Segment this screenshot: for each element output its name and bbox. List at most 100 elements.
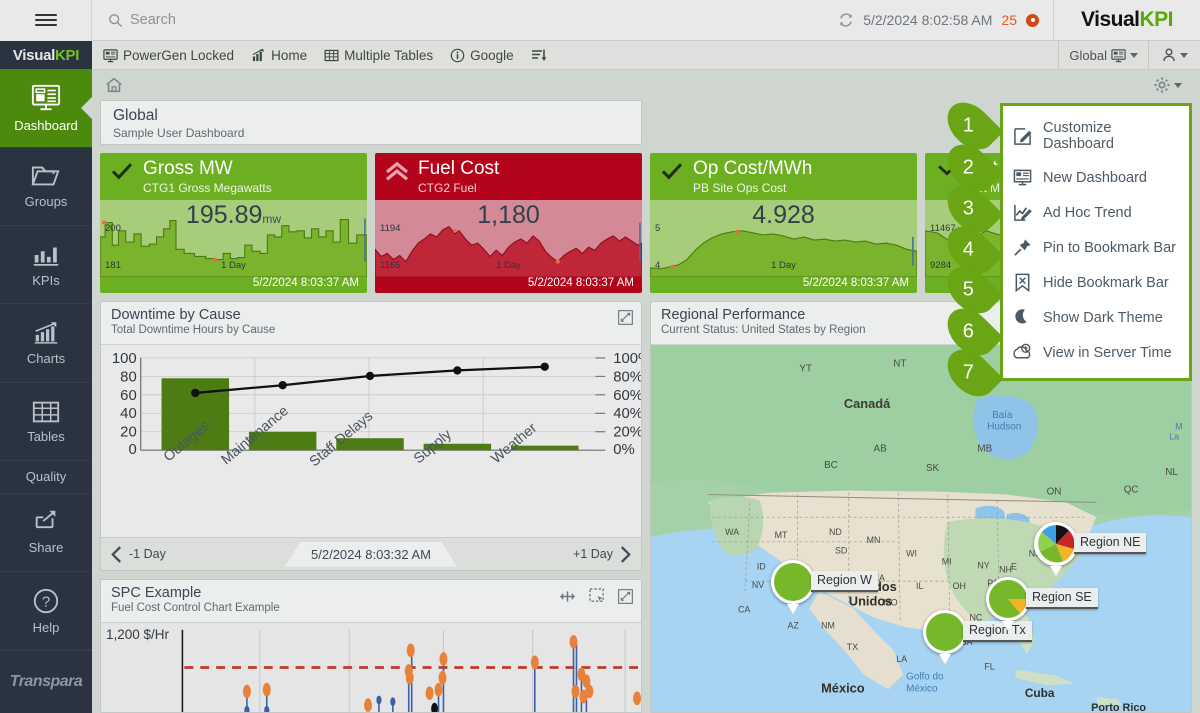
svg-text:ON: ON (1047, 487, 1062, 498)
cat-label: Maintenance (218, 403, 291, 468)
kpi-value: 195.89 (186, 201, 262, 229)
kpi-axis-min: 4 (655, 260, 660, 271)
svg-text:ND: ND (829, 527, 842, 537)
panel-downtime-by-cause: Downtime by Cause Total Downtime Hours b… (100, 301, 642, 571)
bookmark-google[interactable]: Google (450, 48, 514, 63)
hamburger-menu-icon[interactable] (0, 0, 92, 41)
map-marker-region-w[interactable]: Region W (771, 560, 815, 604)
pan-horizontal-icon[interactable] (559, 589, 576, 604)
cat-label: Staff Delays (307, 408, 376, 470)
user-menu[interactable] (1148, 41, 1200, 70)
svg-text:NH: NH (999, 564, 1012, 574)
kpi-card-gross-mw[interactable]: Gross MW CTG1 Gross Megawatts 1 (100, 153, 367, 293)
callout-number: 2 (963, 157, 978, 180)
user-icon (1161, 47, 1177, 63)
brand-text-2: KPI (1139, 8, 1173, 32)
menu-item-hide-bookmark-bar[interactable]: Hide Bookmark Bar (1003, 265, 1189, 300)
svg-text:México: México (821, 680, 865, 695)
dashboard-settings-gear[interactable] (1153, 76, 1192, 94)
menu-item-new-dashboard[interactable]: New Dashboard (1003, 160, 1189, 195)
kpi-row-left: Gross MW CTG1 Gross Megawatts 1 (100, 153, 642, 293)
menu-item-view-in-server-time[interactable]: View in Server Time (1003, 335, 1189, 370)
sidebar-item-label: Charts (27, 351, 65, 366)
kpi-value: 4.928 (752, 201, 815, 229)
svg-text:ID: ID (757, 561, 766, 571)
kpi-axis-min: 1165 (380, 260, 400, 271)
time-navigation: -1 Day 5/2/2024 8:03:32 AM +1 Day (101, 537, 641, 570)
menu-item-pin-to-bookmark-bar[interactable]: Pin to Bookmark Bar (1003, 230, 1189, 265)
select-region-icon[interactable] (589, 588, 605, 604)
menu-item-label: View in Server Time (1043, 345, 1172, 361)
sidebar-item-kpis[interactable]: KPIs (0, 226, 92, 304)
callout-number: 7 (963, 362, 978, 385)
sidebar-item-tables[interactable]: Tables (0, 383, 92, 461)
sidebar-logo: VisualKPI (0, 41, 92, 69)
map-marker-region-se[interactable]: Region SE (986, 577, 1030, 621)
svg-text:MT: MT (775, 530, 788, 540)
panel-title: Downtime by Cause (111, 307, 631, 323)
svg-text:M: M (1175, 422, 1182, 432)
downtime-chart[interactable]: 1008060 40200 100%80%60% 40%20%0% (101, 345, 641, 538)
page-subtitle: Sample User Dashboard (113, 126, 629, 140)
svg-text:NL: NL (1165, 467, 1178, 478)
global-dashboard-selector[interactable]: Global (1058, 41, 1148, 70)
share-icon (32, 509, 60, 535)
visualkpi-logo: VisualKPI (1053, 0, 1200, 41)
svg-text:Porto Rico: Porto Rico (1091, 702, 1146, 712)
expand-icon[interactable] (618, 310, 633, 325)
refresh-status: 5/2/2024 8:02:58 AM 25 (838, 12, 1053, 28)
eye-icon[interactable] (1026, 14, 1039, 27)
sidebar-item-share[interactable]: Share (0, 494, 92, 572)
sidebar-item-dashboard[interactable]: Dashboard (0, 69, 92, 147)
kpi-card-op-cost-mwh[interactable]: Op Cost/MWh PB Site Ops Cost 4. (650, 153, 917, 293)
prev-day-button[interactable]: -1 Day (110, 546, 166, 563)
marker-label: Region W (811, 571, 878, 592)
page-title: Global (113, 107, 629, 125)
panel-actions (618, 310, 633, 325)
moon-icon (1013, 308, 1032, 327)
sidebar-brand-2: KPI (55, 47, 79, 64)
panel-header: Downtime by Cause Total Downtime Hours b… (101, 302, 641, 345)
callout-number: 5 (963, 279, 978, 302)
folder-icon (31, 163, 61, 189)
spc-chart[interactable]: 1,200 $/Hr (101, 623, 641, 712)
marker-pointer (787, 604, 799, 614)
next-day-button[interactable]: +1 Day (573, 546, 632, 563)
app-root: Search 5/2/2024 8:02:58 AM 25 VisualKPI (0, 0, 1200, 713)
cat-label: Outages (161, 418, 213, 465)
kpi-value-wrap: 4.928 (650, 201, 917, 230)
menu-item-label: New Dashboard (1043, 170, 1147, 186)
menu-item-label: Show Dark Theme (1043, 310, 1163, 326)
sidebar-item-quality[interactable]: Quality (0, 461, 92, 493)
search-input[interactable]: Search (92, 12, 838, 28)
bookmark-home[interactable]: Home (251, 48, 307, 63)
sort-list-icon[interactable] (531, 47, 547, 63)
sidebar-item-charts[interactable]: Charts (0, 304, 92, 382)
sidebar-item-groups[interactable]: Groups (0, 148, 92, 226)
brand-text-1: Visual (1081, 8, 1139, 32)
chevron-down-icon (1180, 53, 1188, 58)
sidebar: VisualKPI Dashboard Groups KPIs Charts (0, 41, 92, 713)
refresh-icon[interactable] (838, 12, 854, 28)
svg-text:CA: CA (738, 605, 750, 615)
svg-text:LA: LA (896, 654, 907, 664)
map-canvas[interactable]: YT NT BC AB SK MB ON QC NL Canadá Baía (651, 345, 1191, 712)
menu-item-show-dark-theme[interactable]: Show Dark Theme (1003, 300, 1189, 335)
kpi-card-fuel-cost[interactable]: Fuel Cost CTG2 Fuel 1,180 (375, 153, 642, 293)
map-marker-region-tx[interactable]: Region Tx (923, 610, 967, 654)
expand-icon[interactable] (618, 589, 633, 604)
bookmark-x-icon (1013, 273, 1032, 292)
sidebar-item-help[interactable]: ? Help (0, 572, 92, 650)
kpi-value: 1,180 (477, 201, 540, 229)
sidebar-item-label: Groups (25, 194, 68, 209)
menu-item-ad-hoc-trend[interactable]: Ad Hoc Trend (1003, 195, 1189, 230)
map-marker-region-ne[interactable]: Region NE (1034, 522, 1078, 566)
svg-text:AB: AB (874, 443, 888, 454)
home-icon[interactable] (104, 75, 124, 95)
edit-square-icon (1013, 127, 1032, 146)
bookmark-powergen-locked[interactable]: PowerGen Locked (103, 48, 234, 63)
menu-item-customize-dashboard[interactable]: Customize Dashboard (1003, 112, 1189, 160)
menu-item-label: Pin to Bookmark Bar (1043, 240, 1176, 256)
panel-header: SPC Example Fuel Cost Control Chart Exam… (101, 580, 641, 623)
bookmark-multiple-tables[interactable]: Multiple Tables (324, 48, 433, 63)
